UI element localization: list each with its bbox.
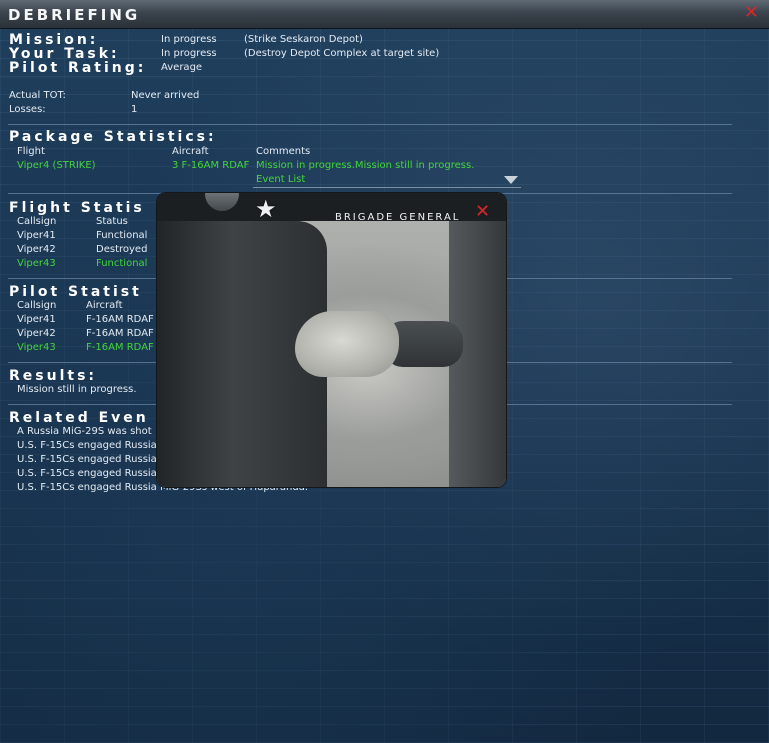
results-header: Results: (9, 368, 97, 384)
pilot-row-callsign: Viper42 (17, 328, 56, 339)
flight-stats-header: Flight Statis (9, 200, 145, 216)
flight-row-status: Functional (96, 230, 148, 241)
package-col-aircraft: Aircraft (172, 146, 209, 157)
mission-detail: (Strike Seskaron Depot) (244, 34, 363, 45)
flight-row-callsign: Viper43 (17, 258, 56, 269)
results-text: Mission still in progress. (17, 384, 137, 395)
task-status: In progress (161, 48, 217, 59)
pilot-row-callsign: Viper43 (17, 342, 56, 353)
flight-row-callsign: Viper42 (17, 244, 56, 255)
divider (8, 124, 732, 125)
losses-label: Losses: (9, 104, 46, 115)
close-icon[interactable]: ✕ (744, 4, 759, 22)
package-col-flight: Flight (17, 146, 45, 157)
tot-value: Never arrived (131, 90, 200, 101)
flight-row-status: Functional (96, 258, 148, 269)
package-flight[interactable]: Viper4 (STRIKE) (17, 160, 96, 172)
close-icon[interactable]: ✕ (475, 203, 490, 221)
mission-label: Mission: (9, 32, 99, 48)
star-icon: ★ (255, 195, 277, 223)
package-stats-header: Package Statistics: (9, 129, 217, 145)
task-label: Your Task: (9, 46, 120, 62)
mission-status: In progress (161, 34, 217, 45)
event-list-label: Event List (256, 174, 306, 185)
handshake (295, 311, 399, 377)
flight-col-callsign: Callsign (17, 216, 57, 227)
pilot-col-aircraft: Aircraft (86, 300, 123, 311)
pilot-rating-label: Pilot Rating: (9, 60, 147, 76)
chevron-down-icon (504, 176, 518, 184)
flight-row-callsign: Viper41 (17, 230, 56, 241)
pilot-col-callsign: Callsign (17, 300, 57, 311)
task-detail: (Destroy Depot Complex at target site) (244, 48, 440, 59)
pilot-rating-value: Average (161, 62, 203, 73)
event-item: U.S. F-15Cs engaged Russia (17, 440, 157, 451)
event-item: U.S. F-15Cs engaged Russia (17, 468, 157, 479)
package-comments: Mission in progress.Mission still in pro… (256, 160, 475, 171)
package-aircraft: 3 F-16AM RDAF (172, 160, 250, 171)
pilot-row-aircraft: F-16AM RDAF (86, 342, 154, 353)
title-bar: DEBRIEFING ✕ (0, 0, 769, 29)
flight-row-status: Destroyed (96, 244, 148, 255)
tot-label: Actual TOT: (9, 90, 66, 101)
event-item: U.S. F-15Cs engaged Russia (17, 454, 157, 465)
related-events-header: Related Even (9, 410, 149, 426)
pilot-row-callsign: Viper41 (17, 314, 56, 325)
pilot-row-aircraft: F-16AM RDAF (86, 314, 154, 325)
flight-col-status: Status (96, 216, 128, 227)
promotion-popup: ★ BRIGADE GENERAL ✕ (157, 193, 506, 487)
pilot-row-aircraft: F-16AM RDAF (86, 328, 154, 339)
losses-value: 1 (131, 104, 138, 115)
window-title: DEBRIEFING (8, 6, 141, 24)
event-list-dropdown[interactable]: Event List (253, 173, 521, 188)
package-col-comments: Comments (256, 146, 311, 157)
pilot-stats-header: Pilot Statist (9, 284, 142, 300)
event-item: A Russia MiG-29S was shot (17, 426, 152, 437)
